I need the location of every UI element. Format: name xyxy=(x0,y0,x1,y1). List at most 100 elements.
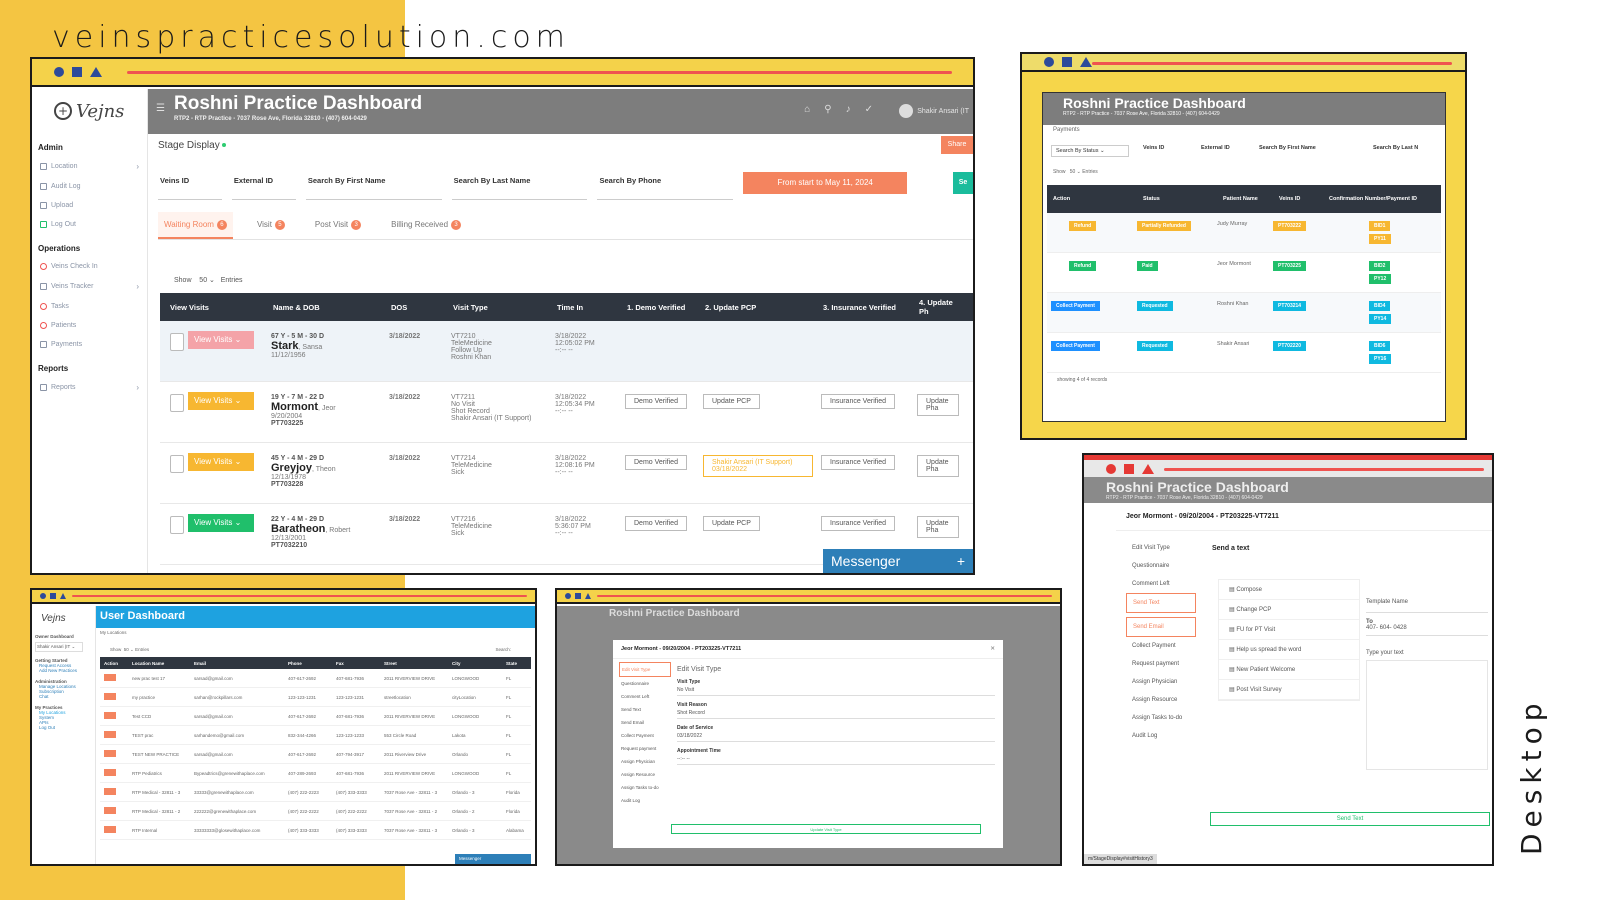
menu-send-email[interactable]: Send Email xyxy=(1126,617,1196,637)
edit-location-button[interactable] xyxy=(104,750,116,757)
edit-location-button[interactable] xyxy=(104,769,116,776)
menu-questionnaire[interactable]: Questionnaire xyxy=(619,677,671,690)
phone-filter[interactable]: Search By Phone xyxy=(597,172,734,200)
template-item[interactable]: ▤ New Patient Welcome xyxy=(1219,660,1359,680)
tab-waiting-room[interactable]: Waiting Room 6 xyxy=(158,212,233,239)
close-icon[interactable]: ✕ xyxy=(990,646,995,652)
tab-visit[interactable]: Visit 5 xyxy=(251,212,291,239)
sidebar-item-payments[interactable]: Payments xyxy=(32,335,147,354)
menu-request-payment[interactable]: Request payment xyxy=(1126,655,1196,673)
col-email[interactable]: Email xyxy=(190,661,284,666)
sidebar-item-audit-log[interactable]: Audit Log xyxy=(32,177,147,196)
menu-comment-left[interactable]: Comment Left xyxy=(1126,575,1196,593)
menu-assign-resource[interactable]: Assign Resource xyxy=(1126,691,1196,709)
menu-audit-log[interactable]: Audit Log xyxy=(1126,727,1196,745)
col-visit-type[interactable]: Visit Type xyxy=(443,303,547,312)
row-checkbox[interactable] xyxy=(170,516,184,534)
user-select[interactable]: Shakir Ansari (IT ⌄ xyxy=(35,642,83,652)
messenger-bar[interactable]: Messenger + xyxy=(823,549,973,573)
dos-input[interactable]: 03/18/2022 xyxy=(677,731,995,742)
menu-assign-tasks[interactable]: Assign Tasks to-do xyxy=(619,781,671,794)
search-icon[interactable]: ⚲ xyxy=(824,104,831,115)
demo-verified-button[interactable]: Demo Verified xyxy=(625,516,687,531)
col-view-visits[interactable]: View Visits xyxy=(160,303,263,312)
status-select[interactable]: Search By Status ⌄ xyxy=(1051,145,1129,157)
col-veins-id[interactable]: Veins ID xyxy=(1273,196,1323,202)
menu-assign-tasks[interactable]: Assign Tasks to-do xyxy=(1126,709,1196,727)
visit-type-select[interactable]: No Visit xyxy=(677,685,995,696)
menu-edit-visit-type[interactable]: Edit Visit Type xyxy=(619,662,671,677)
time-input[interactable]: --:-- -- xyxy=(555,469,617,476)
row-checkbox[interactable] xyxy=(170,333,184,351)
col-street[interactable]: Street xyxy=(380,661,448,666)
update-pharmacy-button[interactable]: Update Pha xyxy=(917,394,959,416)
template-item[interactable]: ▤ Help us spread the word xyxy=(1219,640,1359,660)
menu-assign-physician[interactable]: Assign Physician xyxy=(1126,673,1196,691)
home-icon[interactable]: ⌂ xyxy=(804,104,810,115)
col-action[interactable]: Action xyxy=(1047,196,1137,202)
menu-edit-visit-type[interactable]: Edit Visit Type xyxy=(1126,539,1196,557)
edit-location-button[interactable] xyxy=(104,712,116,719)
to-input[interactable]: 407- 604- 0428 xyxy=(1366,625,1488,636)
menu-assign-physician[interactable]: Assign Physician xyxy=(619,755,671,768)
col-fax[interactable]: Fax xyxy=(332,661,380,666)
update-visit-type-button[interactable]: Update Visit Type xyxy=(671,824,981,834)
bell-icon[interactable]: ♪ xyxy=(846,104,851,115)
last-name-filter[interactable]: Search By Last N xyxy=(1373,145,1418,157)
refund-button[interactable]: Refund xyxy=(1069,221,1097,231)
patient-last-name[interactable]: Stark xyxy=(271,340,299,352)
template-item[interactable]: ▤ Change PCP xyxy=(1219,600,1359,620)
insurance-verified-button[interactable]: Insurance Verified xyxy=(821,455,896,470)
visit-reason-select[interactable]: Shot Record xyxy=(677,708,995,719)
edit-location-button[interactable] xyxy=(104,788,116,795)
time-input[interactable]: --:-- -- xyxy=(555,347,617,354)
sidebar-item-log-out[interactable]: Log Out xyxy=(35,725,92,730)
user-menu[interactable]: Shakir Ansari (IT xyxy=(899,104,969,118)
template-item[interactable]: ▤ Post Visit Survey xyxy=(1219,680,1359,700)
col-location-name[interactable]: Location Name xyxy=(128,661,190,666)
patient-last-name[interactable]: Mormont xyxy=(271,401,318,413)
external-id-filter[interactable]: External ID xyxy=(231,172,296,200)
insurance-verified-button[interactable]: Insurance Verified xyxy=(821,516,896,531)
row-checkbox[interactable] xyxy=(170,394,184,412)
col-time-in[interactable]: Time In xyxy=(547,303,617,312)
col-city[interactable]: City xyxy=(448,661,502,666)
first-name-filter[interactable]: Search By First Name xyxy=(1259,145,1359,157)
tab-billing-received[interactable]: Billing Received 3 xyxy=(385,212,467,239)
edit-location-button[interactable] xyxy=(104,807,116,814)
refund-button[interactable]: Refund xyxy=(1069,261,1097,271)
edit-location-button[interactable] xyxy=(104,674,116,681)
update-pcp-button[interactable]: Update PCP xyxy=(703,516,760,531)
date-range-button[interactable]: From start to May 11, 2024 xyxy=(743,172,908,194)
menu-send-email[interactable]: Send Email xyxy=(619,716,671,729)
sidebar-item-location[interactable]: Location › xyxy=(32,156,147,177)
sidebar-item-add-practices[interactable]: Add New Practices xyxy=(35,668,92,673)
sidebar-item-veins-check-in[interactable]: Veins Check In xyxy=(32,257,147,276)
appt-time-input[interactable]: --:-- -- xyxy=(677,754,995,765)
col-phone[interactable]: Phone xyxy=(284,661,332,666)
entries-select[interactable]: 50 xyxy=(199,277,207,284)
menu-icon[interactable]: ☰ xyxy=(156,103,165,114)
menu-send-text[interactable]: Send Text xyxy=(619,703,671,716)
share-button[interactable]: Share xyxy=(941,136,973,154)
sidebar-item-reports[interactable]: Reports › xyxy=(32,377,147,398)
template-name-input[interactable] xyxy=(1366,605,1488,613)
veins-id-filter[interactable]: Veins ID xyxy=(158,172,222,200)
update-pcp-button[interactable]: Update PCP xyxy=(703,394,760,409)
tab-post-visit[interactable]: Post Visit 3 xyxy=(309,212,367,239)
time-input[interactable]: --:-- -- xyxy=(555,530,617,537)
messenger-bar[interactable]: Messenger xyxy=(455,854,531,864)
first-name-filter[interactable]: Search By First Name xyxy=(305,172,442,200)
sidebar-item-log-out[interactable]: Log Out xyxy=(32,215,147,234)
edit-location-button[interactable] xyxy=(104,731,116,738)
menu-request-payment[interactable]: Request payment xyxy=(619,742,671,755)
view-visits-button[interactable]: View Visits ⌄ xyxy=(188,514,254,532)
veins-id-filter[interactable]: Veins ID xyxy=(1143,145,1187,157)
menu-send-text[interactable]: Send Text xyxy=(1126,593,1196,613)
sidebar-item-upload[interactable]: Upload xyxy=(32,196,147,215)
last-name-filter[interactable]: Search By Last Name xyxy=(451,172,588,200)
patient-last-name[interactable]: Greyjoy xyxy=(271,462,312,474)
collect-payment-button[interactable]: Collect Payment xyxy=(1051,301,1100,311)
demo-verified-button[interactable]: Demo Verified xyxy=(625,455,687,470)
col-state[interactable]: State xyxy=(502,661,517,666)
